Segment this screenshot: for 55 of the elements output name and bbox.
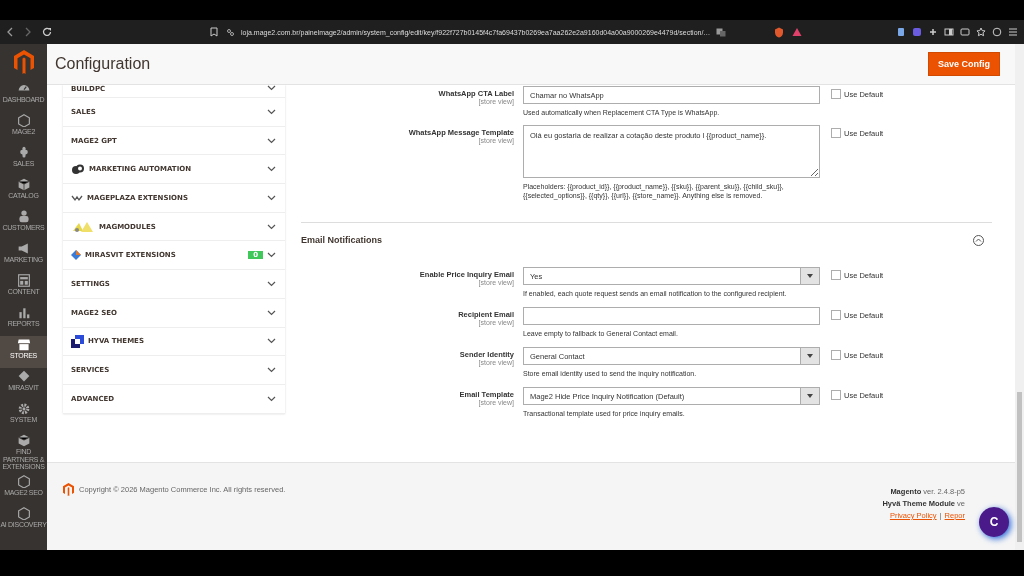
checkbox[interactable] bbox=[831, 350, 841, 360]
chevron-down-icon bbox=[267, 280, 276, 287]
bar-chart-icon bbox=[16, 306, 31, 319]
gear-icon bbox=[16, 402, 31, 415]
section-title[interactable]: Email Notifications bbox=[301, 235, 382, 245]
chevron-down-icon bbox=[267, 194, 276, 201]
boxes-icon bbox=[16, 434, 31, 447]
chevron-down-icon bbox=[267, 367, 276, 374]
checkbox[interactable] bbox=[831, 270, 841, 280]
diamond-icon bbox=[71, 250, 81, 261]
chevron-down-icon bbox=[267, 309, 276, 316]
checkbox[interactable] bbox=[831, 310, 841, 320]
chevron-down-icon bbox=[267, 223, 276, 230]
collapse-icon[interactable] bbox=[973, 234, 984, 246]
megaphone-icon bbox=[16, 242, 31, 255]
checkbox[interactable] bbox=[831, 128, 841, 138]
save-config-button[interactable]: Save Config bbox=[928, 52, 1000, 76]
input-field[interactable] bbox=[523, 307, 820, 325]
hexagon-icon bbox=[16, 114, 31, 127]
box-icon bbox=[16, 178, 31, 191]
star-icon[interactable] bbox=[976, 27, 986, 37]
checkbox[interactable] bbox=[831, 390, 841, 400]
cloud-icon bbox=[71, 164, 85, 175]
bookmark-icon[interactable] bbox=[210, 27, 218, 37]
magento-logo-icon[interactable] bbox=[13, 50, 34, 74]
shield-icon[interactable] bbox=[774, 26, 784, 38]
dropdown-arrow-icon bbox=[807, 274, 813, 278]
chevron-down-icon bbox=[267, 338, 276, 345]
chevron-down-icon bbox=[267, 137, 276, 144]
hexagon-icon bbox=[16, 506, 31, 520]
sidebar-icon[interactable] bbox=[944, 27, 954, 37]
dropdown-arrow-icon bbox=[807, 394, 813, 398]
store-icon bbox=[16, 338, 31, 351]
window-icon[interactable] bbox=[960, 27, 970, 37]
chevron-down-icon bbox=[267, 108, 276, 115]
checkbox[interactable] bbox=[831, 89, 841, 99]
diamond-icon bbox=[16, 370, 31, 383]
site-settings-icon[interactable] bbox=[226, 27, 235, 37]
reload-icon[interactable] bbox=[42, 27, 52, 37]
chevron-down-icon bbox=[267, 85, 276, 91]
magento-logo-icon bbox=[63, 483, 74, 496]
chevron-down-icon bbox=[267, 252, 276, 259]
square-logo-icon bbox=[71, 334, 84, 348]
chevron-down-icon bbox=[267, 166, 276, 173]
person-icon bbox=[16, 210, 31, 223]
forward-icon[interactable] bbox=[24, 27, 32, 37]
back-icon[interactable] bbox=[6, 27, 14, 37]
triangle-icon[interactable] bbox=[792, 27, 802, 37]
page-title: Configuration bbox=[55, 55, 151, 73]
hexagon-icon bbox=[16, 474, 31, 488]
dropdown-arrow-icon bbox=[807, 354, 813, 358]
chevron-down-icon bbox=[267, 395, 276, 402]
layout-icon bbox=[16, 274, 31, 287]
menu-icon[interactable] bbox=[1008, 27, 1018, 37]
chat-button[interactable]: C bbox=[979, 507, 1009, 537]
